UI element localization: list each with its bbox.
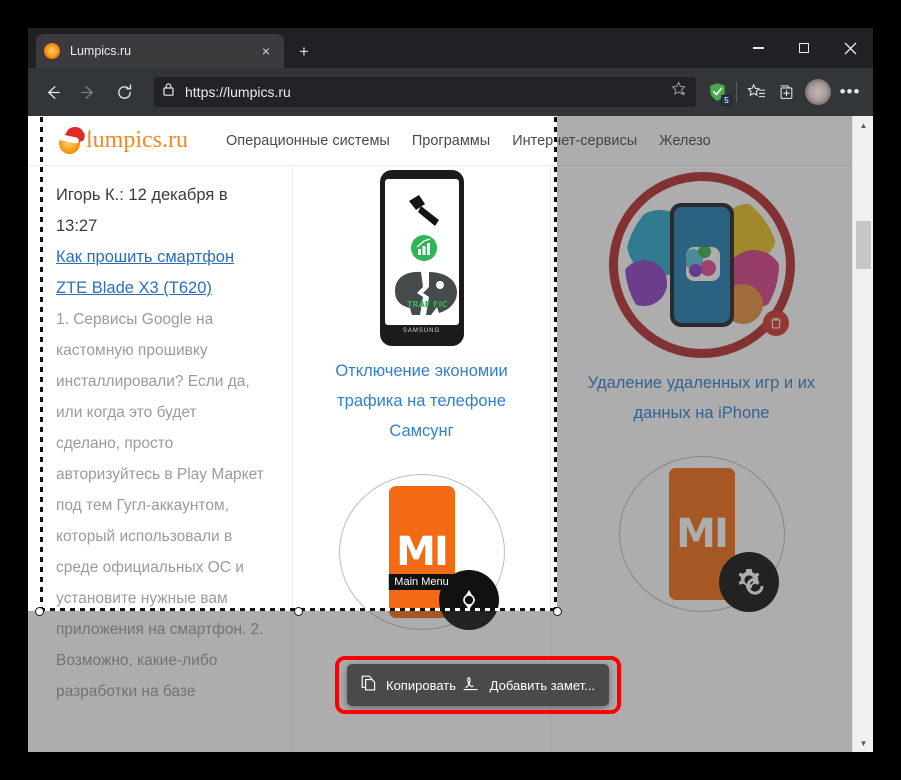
favorites-list-icon[interactable] <box>741 77 771 107</box>
comment-body: 1. Сервисы Google на кастомную прошивку … <box>56 311 264 700</box>
window-controls <box>735 28 873 68</box>
maximize-button[interactable] <box>781 28 827 68</box>
xiaomi-image-mid: MI Main Menu <box>337 468 507 636</box>
new-tab-button[interactable]: + <box>292 40 316 64</box>
address-bar[interactable]: https://lumpics.ru <box>154 77 696 107</box>
toolbar-divider <box>736 82 737 102</box>
page-scrollbar[interactable]: ▲ ▼ <box>852 116 873 752</box>
nav-item-programs[interactable]: Программы <box>412 133 490 149</box>
thumbnail-samsung[interactable]: TRAF FIC SAMSUNG <box>293 170 550 346</box>
close-window-button[interactable] <box>827 28 873 68</box>
comment-author-date: Игорь К.: 12 декабря в 13:27 <box>56 186 228 235</box>
site-logo-text: lumpics.ru <box>86 127 188 153</box>
svg-text:TRAF: TRAF <box>407 300 430 309</box>
iphone-device <box>669 203 734 327</box>
piggy-bank-icon: TRAF FIC <box>394 271 457 315</box>
thumbnail-iphone[interactable] <box>551 172 852 358</box>
nav-item-internet-services[interactable]: Интернет-сервисы <box>512 133 637 149</box>
nav-item-hardware[interactable]: Железо <box>659 133 711 149</box>
adblock-shield-icon[interactable]: 5 <box>702 77 732 107</box>
card-title-samsung[interactable]: Отключение экономии трафика на телефоне … <box>293 356 550 446</box>
forward-arrow-icon[interactable] <box>72 76 104 108</box>
scroll-down-arrow[interactable]: ▼ <box>853 734 873 752</box>
avatar[interactable] <box>805 79 831 105</box>
tab-strip: Lumpics.ru × + <box>28 28 873 68</box>
more-menu-icon[interactable]: ••• <box>835 77 865 107</box>
site-header: lumpics.ru Операционные системы Программ… <box>28 116 852 166</box>
shield-count-badge: 5 <box>721 95 732 106</box>
traffic-growth-badge <box>410 235 437 261</box>
nav-item-operating-systems[interactable]: Операционные системы <box>226 133 390 149</box>
red-highlight-box <box>335 656 621 714</box>
minimize-button[interactable] <box>735 28 781 68</box>
thumbnail-xiaomi-right[interactable]: MI <box>551 450 852 618</box>
card-title-iphone[interactable]: Удаление удаленных игр и их данных на iP… <box>551 368 852 428</box>
xiaomi-image-right: MI <box>617 450 787 618</box>
browser-window: Lumpics.ru × + https://lumpics.ru 5 ••• … <box>28 28 873 752</box>
comment-post-link[interactable]: Как прошить смартфон ZTE Blade X3 (Т620) <box>56 242 264 304</box>
orange-slice-icon <box>44 43 60 59</box>
svg-text:FIC: FIC <box>433 300 447 309</box>
scrollbar-thumb[interactable] <box>856 221 871 269</box>
collections-icon[interactable] <box>771 77 801 107</box>
browser-tab-lumpics[interactable]: Lumpics.ru × <box>36 34 284 68</box>
iphone-image <box>608 172 795 358</box>
main-menu-tooltip: Main Menu <box>388 574 455 590</box>
santa-orange-logo-icon <box>58 124 87 154</box>
samsung-brand-label: SAMSUNG <box>402 328 441 334</box>
star-add-icon[interactable] <box>671 81 688 103</box>
comments-column: наполнилась на видео! Игорь К.: 12 декаб… <box>28 116 293 752</box>
back-arrow-icon[interactable] <box>36 76 68 108</box>
url-text: https://lumpics.ru <box>185 84 291 100</box>
lock-icon <box>162 82 175 102</box>
thumbnail-xiaomi-mid[interactable]: MI Main Menu <box>293 468 550 636</box>
browser-toolbar: https://lumpics.ru 5 ••• <box>28 68 873 116</box>
site-navigation: Операционные системы Программы Интернет-… <box>226 133 852 149</box>
scroll-up-arrow[interactable]: ▲ <box>853 116 873 134</box>
tab-title: Lumpics.ru <box>70 44 132 58</box>
delete-badge <box>762 310 789 336</box>
recovery-badge-right <box>718 552 779 612</box>
reload-icon[interactable] <box>108 76 140 108</box>
app-icon <box>685 247 720 281</box>
hammer-icon <box>408 195 439 226</box>
site-logo[interactable]: lumpics.ru <box>58 124 188 154</box>
samsung-phone-image: TRAF FIC SAMSUNG <box>379 170 464 346</box>
close-icon[interactable]: × <box>256 41 276 61</box>
